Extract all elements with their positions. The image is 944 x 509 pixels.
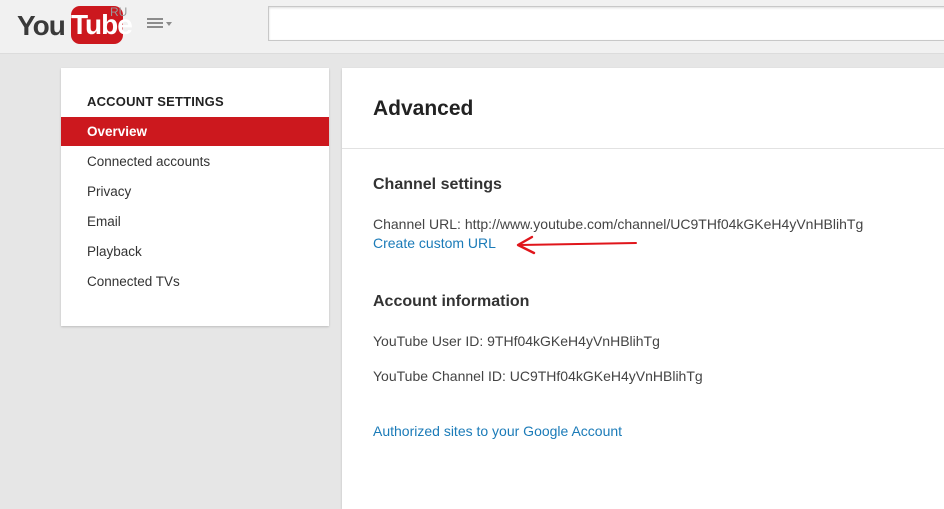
sidebar-item-connected-accounts[interactable]: Connected accounts xyxy=(61,147,329,176)
sidebar-item-overview[interactable]: Overview xyxy=(61,117,329,146)
guide-menu-button[interactable] xyxy=(145,13,175,35)
sidebar-item-privacy[interactable]: Privacy xyxy=(61,177,329,206)
title-divider xyxy=(342,148,944,149)
search-input[interactable] xyxy=(268,6,944,41)
sidebar-item-connected-tvs[interactable]: Connected TVs xyxy=(61,267,329,296)
annotation-arrow-icon xyxy=(516,235,637,255)
account-settings-sidebar: ACCOUNT SETTINGS Overview Connected acco… xyxy=(61,68,329,326)
youtube-user-id-text: YouTube User ID: 9THf04kGKeH4yVnHBlihTg xyxy=(373,333,660,349)
sidebar-item-email[interactable]: Email xyxy=(61,207,329,236)
logo-region: RU xyxy=(110,5,128,19)
authorized-sites-link[interactable]: Authorized sites to your Google Account xyxy=(373,423,622,439)
sidebar-item-playback[interactable]: Playback xyxy=(61,237,329,266)
create-custom-url-link[interactable]: Create custom URL xyxy=(373,235,496,251)
advanced-panel: Advanced Channel settings Channel URL: h… xyxy=(342,68,944,509)
caret-down-icon xyxy=(166,22,172,26)
hamburger-icon xyxy=(147,18,163,28)
channel-url-text: Channel URL: http://www.youtube.com/chan… xyxy=(373,216,864,232)
account-information-heading: Account information xyxy=(373,293,530,310)
sidebar-heading: ACCOUNT SETTINGS xyxy=(87,94,224,109)
masthead: You Tube RU xyxy=(0,0,944,54)
youtube-channel-id-text: YouTube Channel ID: UC9THf04kGKeH4yVnHBl… xyxy=(373,368,703,384)
youtube-logo[interactable]: You Tube RU xyxy=(17,5,133,45)
channel-settings-heading: Channel settings xyxy=(373,176,502,193)
logo-you-text: You xyxy=(17,10,66,41)
page-title: Advanced xyxy=(373,97,474,120)
